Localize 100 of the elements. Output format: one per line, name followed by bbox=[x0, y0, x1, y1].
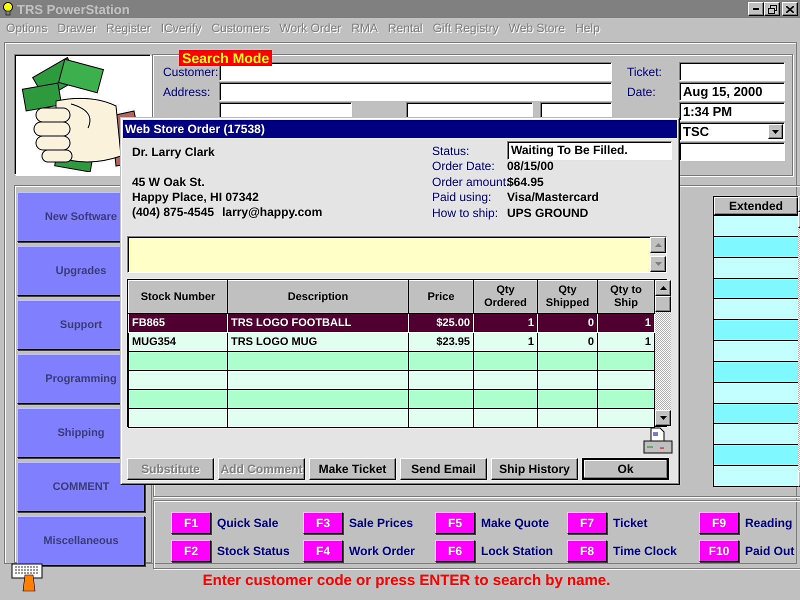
up-arrow-icon bbox=[660, 286, 666, 290]
field-label: Address: bbox=[163, 84, 212, 98]
down-arrow-icon bbox=[654, 262, 662, 266]
table-cell bbox=[408, 408, 474, 428]
field-label: Ticket: bbox=[627, 64, 663, 78]
mode-badge: Search Mode bbox=[179, 50, 272, 66]
dialog-button[interactable]: Make Ticket bbox=[309, 458, 396, 480]
dialog-button[interactable]: Ship History bbox=[491, 458, 578, 480]
column-header: Price bbox=[408, 280, 474, 314]
printer-icon[interactable] bbox=[643, 427, 673, 455]
table-cell: FB865 bbox=[128, 314, 228, 332]
dropdown[interactable]: TSC bbox=[679, 122, 785, 141]
dropdown-value: TSC bbox=[683, 124, 709, 139]
restore-icon bbox=[768, 4, 776, 14]
status-message: Enter customer code or press ENTER to search by name. bbox=[202, 572, 612, 588]
function-key-label: Reading bbox=[745, 516, 792, 530]
up-arrow-icon bbox=[654, 243, 662, 247]
address-line: 45 W Oak St. bbox=[132, 175, 206, 190]
table-cell bbox=[408, 352, 474, 370]
comment-box[interactable] bbox=[127, 236, 667, 273]
column-header: Description bbox=[228, 280, 408, 314]
customer-name: Dr. Larry Clark bbox=[132, 145, 216, 160]
function-key-button[interactable]: F4 bbox=[303, 540, 343, 562]
column-header: Stock Number bbox=[128, 280, 228, 314]
table-cell: TRS LOGO FOOTBALL bbox=[228, 314, 408, 332]
table-cell: 1 bbox=[474, 332, 538, 352]
dialog-button[interactable]: Ok bbox=[582, 458, 669, 480]
restore-button[interactable] bbox=[764, 2, 780, 16]
scroll-thumb[interactable] bbox=[655, 296, 671, 312]
scroll-down-button[interactable] bbox=[655, 410, 671, 426]
function-key-button[interactable]: F3 bbox=[303, 512, 343, 534]
function-key-button[interactable]: F5 bbox=[435, 512, 475, 534]
field-label: How to ship: bbox=[432, 206, 500, 220]
field-value: Visa/Mastercard bbox=[507, 190, 600, 204]
email-address: larry@happy.com bbox=[222, 205, 322, 219]
input-field[interactable]: Waiting To Be Filled. bbox=[507, 141, 672, 160]
field-label: Order amount: bbox=[432, 174, 507, 189]
function-key-label: Sale Prices bbox=[349, 516, 414, 530]
table-cell bbox=[474, 352, 538, 370]
keyboard-icon bbox=[11, 563, 43, 593]
caret-icon bbox=[772, 130, 779, 134]
close-icon bbox=[786, 6, 794, 12]
table-cell: 1 bbox=[598, 314, 654, 332]
table-cell bbox=[474, 390, 538, 408]
table-cell bbox=[598, 370, 654, 390]
input-field[interactable]: Aug 15, 2000 bbox=[679, 82, 785, 101]
function-key-label: Time Clock bbox=[613, 544, 677, 558]
minimize-icon bbox=[753, 8, 759, 10]
table-cell: MUG354 bbox=[128, 332, 228, 352]
window-title: TRS PowerStation bbox=[17, 2, 131, 16]
table-row[interactable]: MUG354 TRS LOGO MUG $23.95 1 0 1 bbox=[128, 332, 654, 352]
function-key-label: Stock Status bbox=[217, 544, 290, 558]
table-cell bbox=[474, 370, 538, 390]
table-cell bbox=[474, 408, 538, 428]
function-key-label: Make Quote bbox=[481, 516, 550, 530]
table-row[interactable]: FB865 TRS LOGO FOOTBALL $25.00 1 0 1 bbox=[128, 314, 654, 332]
function-key-label: Quick Sale bbox=[217, 516, 278, 530]
function-key-label: Work Order bbox=[349, 544, 415, 558]
table-cell: 0 bbox=[538, 332, 598, 352]
field-label: Customer: bbox=[163, 64, 219, 78]
table-cell bbox=[408, 390, 474, 408]
table-cell: $25.00 bbox=[408, 314, 474, 332]
function-key-button[interactable]: F10 bbox=[699, 540, 739, 562]
field-label: Order Date: bbox=[432, 159, 496, 174]
dialog-button[interactable]: Send Email bbox=[400, 458, 487, 480]
down-arrow-icon bbox=[660, 416, 666, 420]
column-header: Qty Ordered bbox=[474, 280, 538, 314]
function-key-button[interactable]: F6 bbox=[435, 540, 475, 562]
function-key-label: Lock Station bbox=[481, 544, 554, 558]
function-key-button[interactable]: F9 bbox=[699, 512, 739, 534]
input-field[interactable]: 1:34 PM bbox=[679, 102, 785, 121]
dropdown-button[interactable] bbox=[768, 124, 783, 139]
table-cell: TRS LOGO MUG bbox=[228, 332, 408, 352]
close-button[interactable] bbox=[782, 2, 798, 16]
column-header: Extended bbox=[714, 197, 798, 215]
table-cell bbox=[408, 370, 474, 390]
function-key-button[interactable]: F1 bbox=[171, 512, 211, 534]
scroll-down-button[interactable] bbox=[650, 256, 666, 272]
function-key-label: Paid Out bbox=[745, 544, 794, 558]
scroll-up-button[interactable] bbox=[650, 237, 666, 253]
scroll-up-button[interactable] bbox=[655, 280, 671, 296]
table-cell bbox=[598, 390, 654, 408]
function-key-button[interactable]: F2 bbox=[171, 540, 211, 562]
table-cell: 1 bbox=[474, 314, 538, 332]
function-key-label: Ticket bbox=[613, 516, 648, 530]
minimize-button[interactable] bbox=[748, 2, 764, 16]
table-cell bbox=[538, 370, 598, 390]
table-cell: 1 bbox=[598, 332, 654, 352]
table-cell bbox=[538, 390, 598, 408]
field-value: $64.95 bbox=[507, 174, 545, 189]
table-cell bbox=[538, 352, 598, 370]
table-cell bbox=[598, 352, 654, 370]
column-header: Qty Shipped bbox=[538, 280, 598, 314]
function-key-button[interactable]: F7 bbox=[567, 512, 607, 534]
field-value: UPS GROUND bbox=[507, 206, 590, 220]
table-cell bbox=[538, 408, 598, 428]
field-value: 08/15/00 bbox=[507, 159, 555, 174]
function-key-button[interactable]: F8 bbox=[567, 540, 607, 562]
field-label: Paid using: bbox=[432, 190, 492, 204]
field-label: Date: bbox=[627, 84, 657, 98]
